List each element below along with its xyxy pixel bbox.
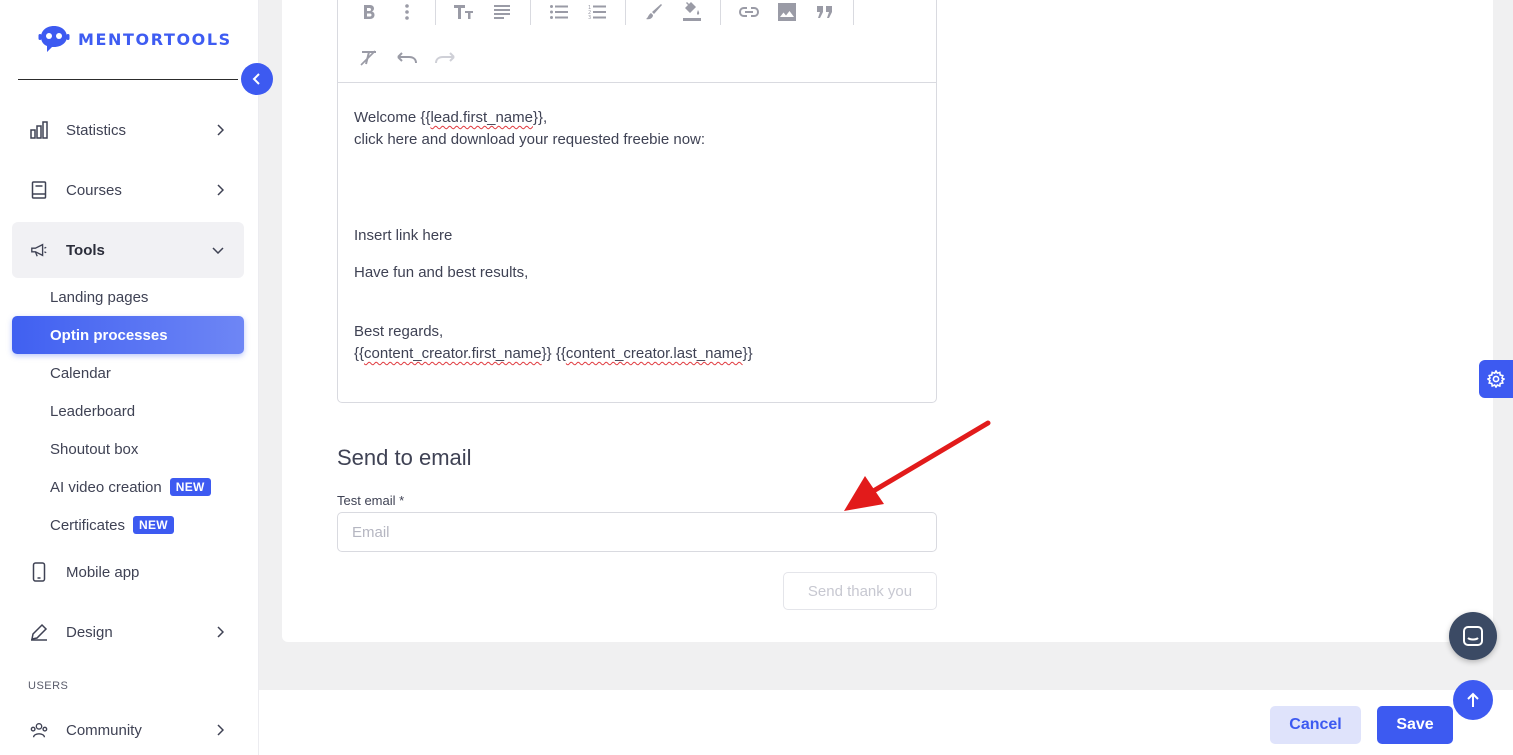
editor-line-insert-link: Insert link here: [354, 227, 453, 244]
clear-format-icon[interactable]: [356, 45, 382, 71]
svg-text:3: 3: [588, 15, 591, 20]
section-label-users: USERS: [28, 680, 69, 692]
phone-icon: [30, 562, 48, 582]
editor-content[interactable]: Welcome {{lead.first_name}}, click here …: [338, 83, 936, 365]
sidebar: MENTORTOOLS Statistics Courses Tools Lan…: [0, 0, 259, 755]
settings-button[interactable]: [1479, 360, 1513, 398]
sidebar-subitem-label: Optin processes: [50, 326, 168, 344]
bold-icon[interactable]: [356, 0, 382, 25]
chevron-right-icon: [216, 626, 224, 638]
sidebar-item-label: Design: [66, 623, 113, 641]
toolbar-divider: [625, 0, 626, 25]
brush-icon[interactable]: [641, 0, 667, 25]
gear-icon: [1487, 370, 1505, 388]
align-left-icon[interactable]: [489, 0, 515, 25]
toolbar-divider: [720, 0, 721, 25]
cancel-button[interactable]: Cancel: [1270, 706, 1361, 744]
editor-line-download: click here and download your requested f…: [354, 131, 706, 148]
sidebar-item-design[interactable]: Design: [12, 604, 244, 660]
chevron-right-icon: [216, 724, 224, 736]
numbered-list-icon[interactable]: 123: [584, 0, 610, 25]
sidebar-subitem-shoutout-box[interactable]: Shoutout box: [12, 430, 244, 468]
pencil-icon: [30, 623, 48, 641]
new-badge: NEW: [133, 516, 174, 534]
footer-bar: Cancel Save: [259, 690, 1513, 755]
sidebar-subitem-label: Calendar: [50, 364, 111, 382]
editor-line-have-fun: Have fun and best results,: [354, 264, 529, 281]
megaphone-icon: [30, 241, 48, 259]
more-vertical-icon[interactable]: [394, 0, 420, 25]
sidebar-item-statistics[interactable]: Statistics: [12, 102, 244, 158]
sidebar-subitem-label: Shoutout box: [50, 440, 139, 458]
sidebar-item-courses[interactable]: Courses: [12, 162, 244, 218]
chat-icon: [1463, 626, 1483, 646]
editor-toolbar: 123: [338, 0, 936, 83]
toolbar-divider: [853, 0, 854, 25]
new-badge: NEW: [169, 478, 211, 496]
send-to-email-heading: Send to email: [337, 445, 472, 470]
undo-icon[interactable]: [394, 45, 420, 71]
main-content: 123 Welcome {{lead.first_name}}, click h…: [259, 0, 1513, 755]
fill-color-icon[interactable]: [679, 0, 705, 25]
sidebar-subitem-label: Certificates: [50, 516, 126, 534]
chat-support-button[interactable]: [1449, 612, 1497, 660]
sidebar-item-label: Statistics: [66, 121, 127, 139]
collapse-sidebar-button[interactable]: [241, 63, 273, 95]
sidebar-subitem-leaderboard[interactable]: Leaderboard: [12, 392, 244, 430]
image-icon[interactable]: [774, 0, 800, 25]
arrow-up-icon: [1467, 692, 1479, 707]
sidebar-item-label: Mobile app: [66, 563, 140, 581]
chevron-right-icon: [216, 124, 224, 136]
sidebar-item-label: Community: [66, 721, 142, 739]
toolbar-divider: [530, 0, 531, 25]
content-card: 123 Welcome {{lead.first_name}}, click h…: [282, 0, 1493, 642]
editor-line-signature: {{content_creator.first_name}} {{content…: [354, 345, 753, 362]
quote-icon[interactable]: [812, 0, 838, 25]
toolbar-divider: [435, 0, 436, 25]
bar-chart-icon: [30, 121, 48, 139]
sidebar-subitem-certificates[interactable]: Certificates NEW: [12, 506, 244, 544]
brand-logo[interactable]: MENTORTOOLS: [38, 24, 232, 54]
community-icon: [30, 721, 48, 739]
link-icon[interactable]: [736, 0, 762, 25]
rich-text-editor[interactable]: 123 Welcome {{lead.first_name}}, click h…: [337, 0, 937, 403]
sidebar-item-mobile-app[interactable]: Mobile app: [12, 544, 244, 600]
editor-line-regards: Best regards,: [354, 323, 444, 340]
sidebar-subitem-optin-processes[interactable]: Optin processes: [12, 316, 244, 354]
save-button[interactable]: Save: [1377, 706, 1453, 744]
sidebar-item-label: Tools: [66, 241, 105, 259]
sidebar-subitem-label: AI video creation: [50, 478, 162, 496]
scroll-to-top-button[interactable]: [1453, 680, 1493, 720]
editor-line-welcome: Welcome {{lead.first_name}},: [354, 109, 548, 126]
sidebar-subitem-calendar[interactable]: Calendar: [12, 354, 244, 392]
sidebar-item-label: Courses: [66, 181, 122, 199]
chevron-down-icon: [212, 246, 224, 254]
redo-icon[interactable]: [432, 45, 458, 71]
sidebar-item-tools[interactable]: Tools: [12, 222, 244, 278]
sidebar-subitem-label: Landing pages: [50, 288, 149, 306]
divider: [18, 79, 238, 80]
book-icon: [30, 181, 48, 199]
test-email-label: Test email *: [337, 493, 405, 508]
brand-name: MENTORTOOLS: [78, 29, 232, 49]
chevron-left-icon: [252, 73, 260, 85]
sidebar-subitem-ai-video-creation[interactable]: AI video creation NEW: [12, 468, 244, 506]
chevron-right-icon: [216, 184, 224, 196]
sidebar-subitem-label: Leaderboard: [50, 402, 136, 420]
text-size-icon[interactable]: [451, 0, 477, 25]
sidebar-subitem-landing-pages[interactable]: Landing pages: [12, 278, 244, 316]
sidebar-item-community[interactable]: Community: [12, 702, 244, 755]
annotation-arrow-icon: [844, 420, 991, 511]
send-thank-you-button[interactable]: Send thank you: [783, 572, 937, 610]
bullet-list-icon[interactable]: [546, 0, 572, 25]
robot-logo-icon: [38, 26, 70, 52]
